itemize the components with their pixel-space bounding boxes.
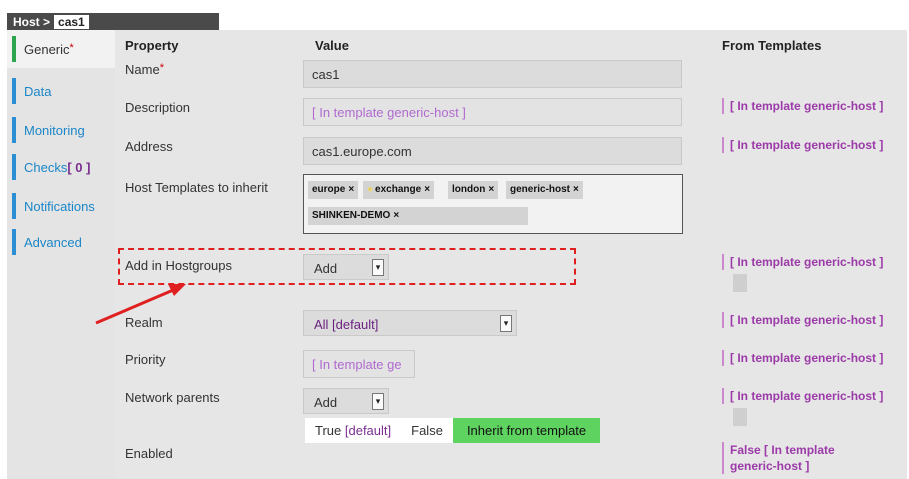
annotation-arrow-icon [95,284,186,325]
